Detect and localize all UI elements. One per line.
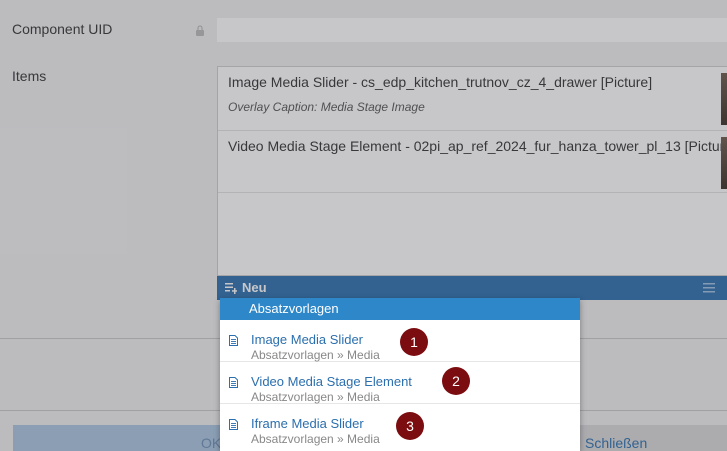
dropdown-option-image-media-slider[interactable]: Image Media Slider Absatzvorlagen » Medi… — [220, 320, 580, 362]
step-badge: 2 — [442, 367, 470, 395]
dropdown-option-video-media-stage-element[interactable]: Video Media Stage Element Absatzvorlagen… — [220, 362, 580, 404]
dropdown-header: Absatzvorlagen — [220, 298, 580, 320]
document-icon — [229, 377, 238, 388]
step-badge: 1 — [400, 328, 428, 356]
document-icon — [229, 335, 238, 346]
step-badge: 3 — [396, 412, 424, 440]
option-title: Video Media Stage Element — [251, 374, 412, 389]
dropdown-option-iframe-media-slider[interactable]: Iframe Media Slider Absatzvorlagen » Med… — [220, 404, 580, 446]
template-dropdown: Absatzvorlagen Image Media Slider Absatz… — [220, 298, 580, 451]
option-path: Absatzvorlagen » Media — [251, 390, 380, 404]
document-icon — [229, 419, 238, 430]
